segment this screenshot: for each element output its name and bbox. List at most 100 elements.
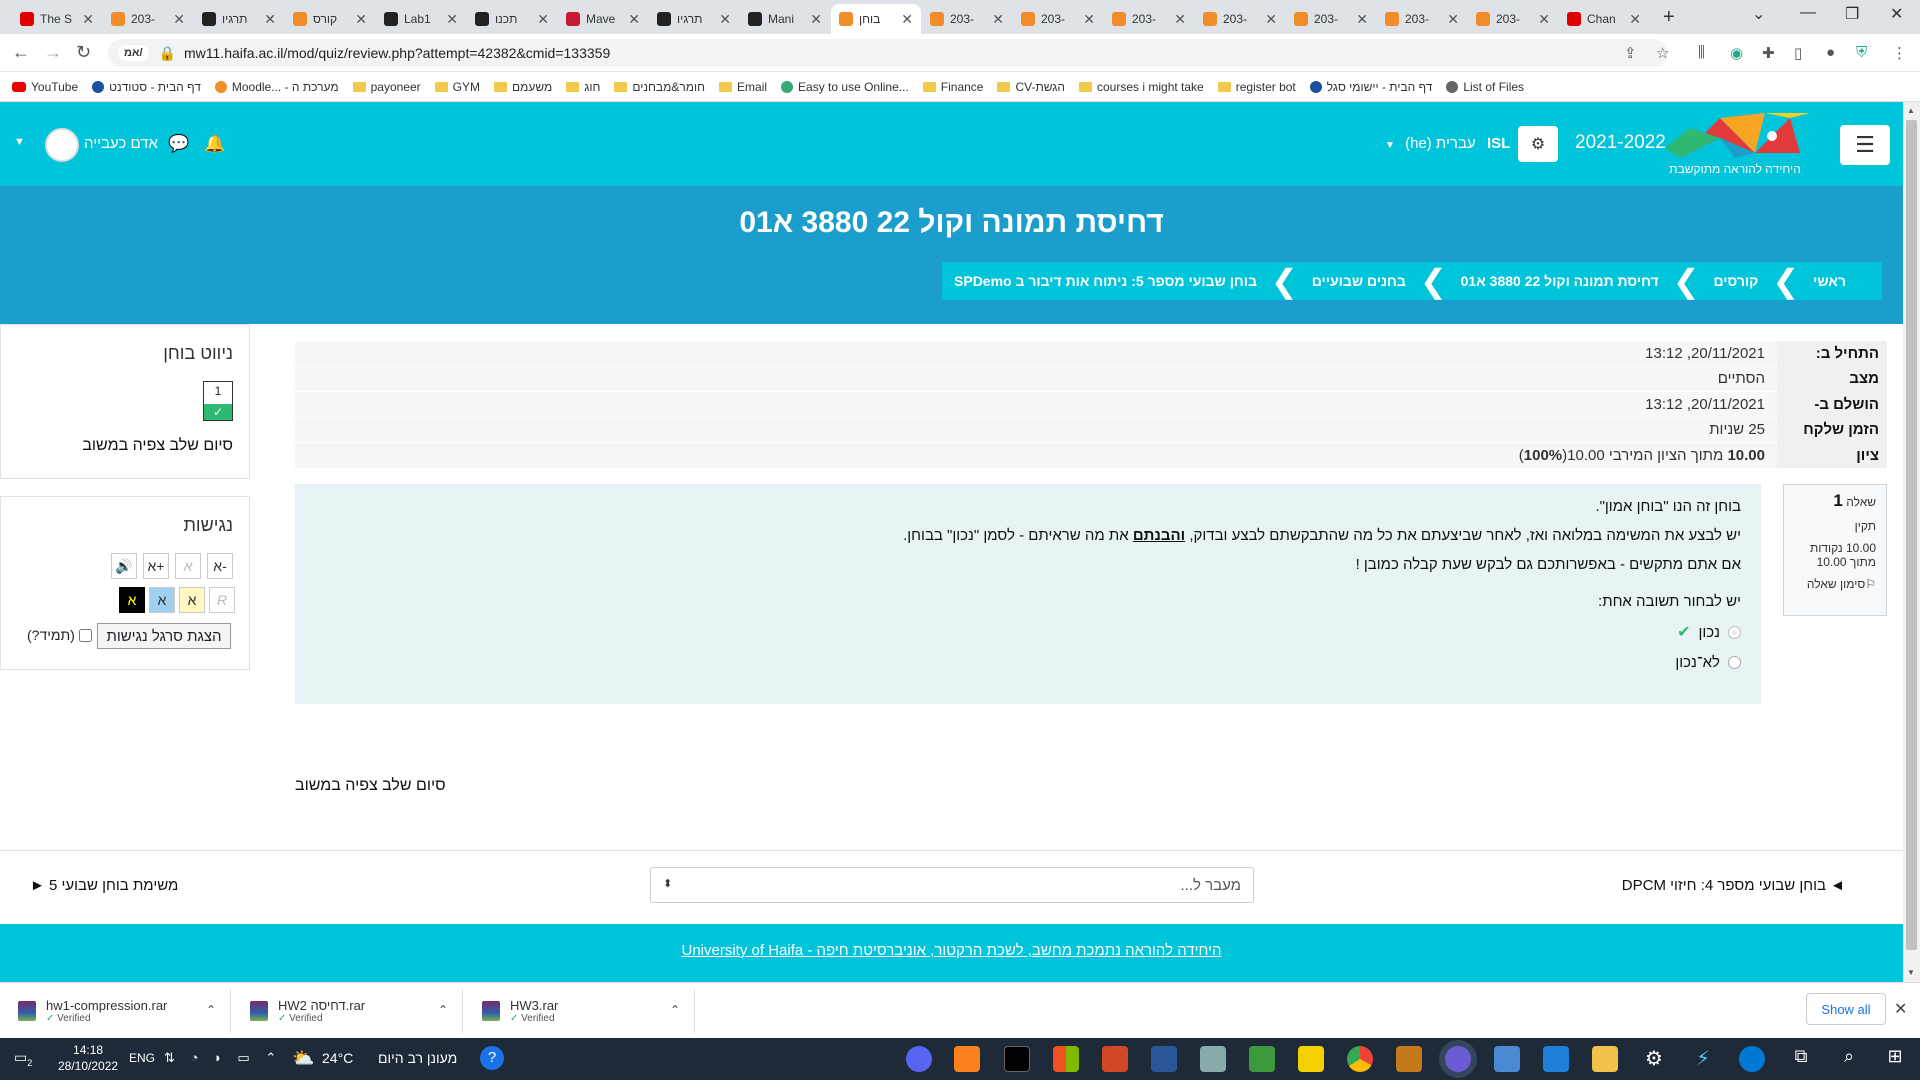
task-view-icon[interactable]: ⧉ [1788,1046,1814,1072]
bookmark-item[interactable]: payoneer [352,80,421,94]
bookmark-item[interactable]: CV-הגשת [997,80,1065,94]
contrast-reset-button[interactable]: R [209,587,235,613]
notification-center-icon[interactable]: ▭2 [14,1049,32,1068]
avatar[interactable] [45,128,79,162]
browser-tab[interactable]: 203- ✕ [1377,4,1467,34]
close-tab-icon[interactable]: ✕ [810,11,822,28]
text-to-speech-icon[interactable]: 🔊 [111,553,137,579]
browser-tab[interactable]: Chan ✕ [1559,4,1649,34]
scrollbar-thumb[interactable] [1906,120,1917,950]
sticky-notes-icon[interactable] [1298,1046,1324,1072]
close-tab-icon[interactable]: ✕ [901,11,913,28]
breadcrumb-item[interactable]: ראשי [1799,273,1860,289]
notepad-icon[interactable] [1249,1046,1275,1072]
chevron-up-icon[interactable]: ⌃ [438,1003,448,1017]
new-tab-button[interactable]: + [1663,6,1675,29]
active-app-icon[interactable] [1445,1046,1471,1072]
scroll-up-icon[interactable]: ▲ [1907,106,1915,115]
site-badge[interactable]: אמ/ [118,45,149,61]
bookmark-item[interactable]: Email [719,80,767,94]
bookmark-item[interactable]: courses i might take [1079,80,1204,94]
file-explorer-icon[interactable] [1592,1046,1618,1072]
system-clock[interactable]: 14:18 28/10/2022 [58,1042,118,1074]
extensions-puzzle-icon[interactable]: ✚ [1762,44,1775,62]
extension-badge-icon[interactable]: ◉ [1730,44,1743,62]
terminal-icon[interactable] [1004,1046,1030,1072]
browser-tab[interactable]: 203- ✕ [1013,4,1103,34]
close-tab-icon[interactable]: ✕ [992,11,1004,28]
share-icon[interactable]: ⇪ [1624,44,1637,62]
close-tab-icon[interactable]: ✕ [264,11,276,28]
close-tab-icon[interactable]: ✕ [1174,11,1186,28]
browser-tab[interactable]: 203- ✕ [1195,4,1285,34]
close-tab-icon[interactable]: ✕ [1629,11,1641,28]
bookmark-item[interactable]: דף הבית - סטודנט [92,80,201,94]
page-scrollbar[interactable]: ▲ ▼ [1903,102,1920,982]
browser-tab[interactable]: 203- ✕ [922,4,1012,34]
user-name[interactable]: אדם כעבייה [84,135,158,152]
browser-menu-icon[interactable]: ⋮ [1892,44,1907,62]
user-menu-caret-icon[interactable]: ▼ [14,136,25,148]
jump-to-select[interactable]: מעבר ל... ⬍ [650,867,1254,903]
finish-review-link[interactable]: סיום שלב צפיה במשוב [82,437,233,455]
breadcrumb-item[interactable]: בחנים שבועיים [1298,273,1420,289]
windows-store-icon[interactable] [1053,1046,1079,1072]
system-tray-icons[interactable]: ⇅ ◔ ◗ ▭ ⌃ [164,1050,282,1066]
bookmark-item[interactable]: חומר&מבחנים [614,80,705,94]
notifications-bell-icon[interactable]: 🔔 [204,134,225,154]
close-tab-icon[interactable]: ✕ [446,11,458,28]
download-item[interactable]: HW3.rar ✓ Verified ⌃ [470,989,695,1033]
chevron-up-icon[interactable]: ⌃ [670,1003,680,1017]
font-reset-button[interactable]: א [175,553,201,579]
scroll-down-icon[interactable]: ▼ [1907,968,1915,977]
bookmark-item[interactable]: דף הבית - יישומי סגל [1309,80,1432,94]
minimize-button[interactable]: — [1800,4,1816,22]
reading-list-icon[interactable]: ⫼ [1698,44,1705,61]
academic-year[interactable]: 2021-2022 [1575,132,1666,154]
settings-icon[interactable]: ⚙ [1641,1046,1667,1072]
contrast-dark-button[interactable]: א [119,587,145,613]
close-tab-icon[interactable]: ✕ [628,11,640,28]
bookmark-item[interactable]: Easy to use Online... [781,80,909,94]
messages-icon[interactable]: 💬 [168,134,189,154]
always-checkbox[interactable] [78,628,92,642]
close-tab-icon[interactable]: ✕ [1447,11,1459,28]
contrast-yellow-button[interactable]: א [179,587,205,613]
vscode-icon[interactable]: ⚡ [1690,1046,1716,1072]
pc-icon[interactable] [1494,1046,1520,1072]
font-increase-button[interactable]: א+ [143,553,169,579]
previous-activity-link[interactable]: ◄ בוחן שבועי מספר 4: חיזוי DPCM [1622,877,1845,894]
settings-gear-icon[interactable]: ⚙ [1518,126,1558,162]
close-tab-icon[interactable]: ✕ [1265,11,1277,28]
close-tab-icon[interactable]: ✕ [1083,11,1095,28]
radio-button[interactable] [1728,656,1741,669]
bookmark-item[interactable]: משעמם [493,80,552,94]
browser-tab[interactable]: Mave ✕ [558,4,648,34]
word-icon[interactable] [1151,1046,1177,1072]
breadcrumb-item[interactable]: דחיסת תמונה וקול 22 3880 א01 [1447,273,1673,289]
download-item[interactable]: hw1-compression.rar ✓ Verified ⌃ [6,989,231,1033]
help-icon[interactable]: ? [480,1046,504,1070]
browser-tab[interactable]: בוחן ✕ [831,4,921,34]
weather-temp[interactable]: 24°C [322,1050,353,1066]
close-tab-icon[interactable]: ✕ [1356,11,1368,28]
restore-button[interactable]: ❐ [1845,4,1859,24]
weather-desc[interactable]: מעונן רב היום [378,1050,457,1066]
discord-icon[interactable] [906,1046,932,1072]
intellij-icon[interactable] [954,1046,980,1072]
bookmark-star-icon[interactable]: ☆ [1656,44,1669,62]
close-tab-icon[interactable]: ✕ [719,11,731,28]
show-all-downloads-button[interactable]: Show all [1806,993,1886,1025]
browser-tab[interactable]: Mani ✕ [740,4,830,34]
chevron-up-icon[interactable]: ⌃ [206,1003,216,1017]
close-tab-icon[interactable]: ✕ [173,11,185,28]
show-accessibility-toolbar-button[interactable]: הצגת סרגל נגישות [97,623,231,649]
language-selector[interactable]: עברית (he) ▼ [1385,135,1476,152]
close-tab-icon[interactable]: ✕ [82,11,94,28]
contrast-blue-button[interactable]: א [149,587,175,613]
bookmark-item[interactable]: List of Files [1446,80,1524,94]
input-language[interactable]: ENG [129,1051,155,1065]
profile-icon[interactable]: ● [1826,44,1835,61]
browser-tab[interactable]: תרגיו ✕ [649,4,739,34]
bookmark-item[interactable]: חוג [566,80,600,94]
